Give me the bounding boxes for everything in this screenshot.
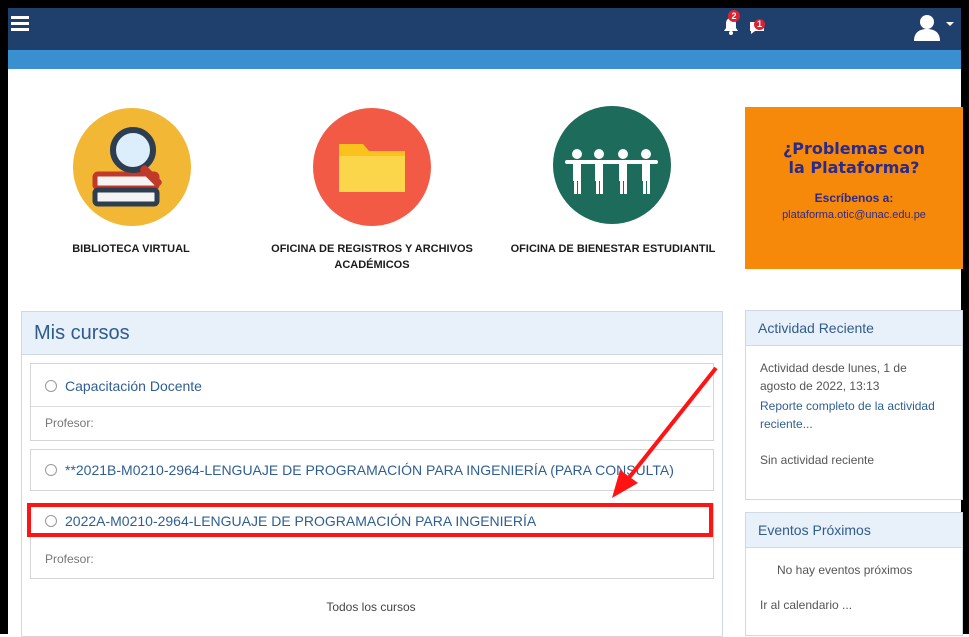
notifications-button[interactable]: 2: [723, 10, 741, 36]
library-books-magnifier-icon: [92, 127, 162, 207]
red-arrow-annotation: [612, 366, 718, 498]
top-navbar: [8, 8, 961, 50]
navbar-accent-strip: [8, 50, 961, 69]
messages-button[interactable]: 1: [748, 14, 768, 36]
biblioteca-virtual-icon[interactable]: [73, 108, 191, 226]
promo-title: ¿Problemas con la Plataforma?: [782, 139, 926, 177]
highlight-box: [27, 503, 713, 537]
bienestar-estudiantil-icon[interactable]: [553, 106, 671, 224]
bienestar-estudiantil-label[interactable]: OFICINA DE BIENESTAR ESTUDIANTIL: [500, 241, 726, 257]
user-avatar-icon: [914, 15, 940, 41]
messages-badge: 1: [754, 19, 765, 30]
registros-archivos-icon[interactable]: [313, 108, 431, 226]
actividad-since: Actividad desde lunes, 1 de agosto de 20…: [760, 361, 907, 393]
mis-cursos-title: Mis cursos: [22, 312, 722, 355]
eventos-proximos-title: Eventos Próximos: [746, 513, 962, 548]
course-teacher: Profesor:: [45, 416, 94, 430]
reporte-actividad-link[interactable]: Reporte completo de la actividad recient…: [760, 397, 935, 433]
caret-down-icon[interactable]: [946, 22, 954, 26]
course-link[interactable]: **2021B-M0210-2964-LENGUAJE DE PROGRAMAC…: [45, 462, 674, 478]
sin-eventos-text: No hay eventos próximos: [777, 563, 913, 577]
people-group-icon: [565, 149, 658, 194]
biblioteca-virtual-label[interactable]: BIBLIOTECA VIRTUAL: [45, 241, 217, 257]
course-link[interactable]: Capacitación Docente: [45, 378, 202, 394]
notifications-badge: 2: [728, 10, 740, 22]
soporte-plataforma-banner[interactable]: ¿Problemas con la Plataforma? Escríbenos…: [745, 107, 963, 269]
hamburger-menu-icon[interactable]: [11, 16, 29, 32]
ir-al-calendario-link[interactable]: Ir al calendario ...: [760, 596, 852, 614]
registros-archivos-label[interactable]: OFICINA DE REGISTROS Y ARCHIVOS ACADÉMIC…: [254, 241, 490, 273]
promo-subtitle: Escríbenos a:: [814, 191, 894, 205]
course-icon: [45, 380, 57, 392]
todos-los-cursos-link[interactable]: Todos los cursos: [21, 598, 721, 616]
sin-actividad-text: Sin actividad reciente: [760, 453, 875, 467]
folder-icon: [339, 144, 405, 192]
promo-email[interactable]: plataforma.otic@unac.edu.pe: [745, 209, 963, 221]
user-menu-button[interactable]: [912, 12, 942, 42]
course-icon: [45, 464, 57, 476]
course-teacher: Profesor:: [45, 552, 94, 566]
actividad-reciente-title: Actividad Reciente: [746, 311, 962, 346]
